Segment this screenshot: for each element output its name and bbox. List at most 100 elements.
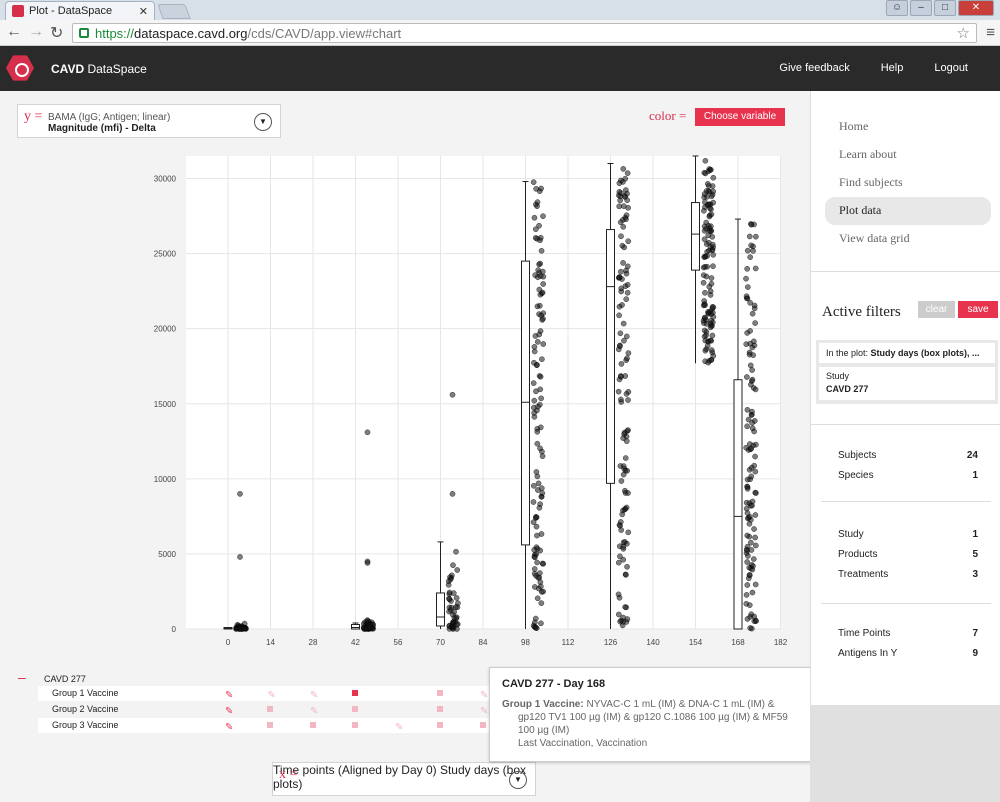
data-point xyxy=(707,337,714,344)
data-point xyxy=(540,310,547,317)
sidebar-item-view-data-grid[interactable]: View data grid xyxy=(825,225,991,253)
dataspace-logo-icon[interactable] xyxy=(6,55,34,81)
collapse-study-icon[interactable]: – xyxy=(18,669,26,685)
address-bar[interactable]: https:// dataspace.cavd.org /cds/CAVD/ap… xyxy=(72,23,977,43)
plot-filter[interactable]: In the plot: Study days (box plots), ... xyxy=(819,343,995,363)
syringe-icon[interactable]: ✎ xyxy=(310,690,318,701)
stat-species[interactable]: Species 1 xyxy=(838,470,978,481)
active-filters-title: Active filters xyxy=(822,304,901,320)
stat-subjects[interactable]: Subjects 24 xyxy=(838,450,978,461)
syringe-icon[interactable]: ✎ xyxy=(395,722,403,733)
help-link[interactable]: Help xyxy=(881,62,904,74)
scatter-box-chart[interactable]: 0 14 28 42 56 70 84 98 112 126 140 154 168 182 0 5000 10… xyxy=(0,146,810,676)
x-tick-label: 126 xyxy=(604,638,618,647)
syringe-icon[interactable]: ✎ xyxy=(267,690,275,701)
syringe-icon[interactable]: ✎ xyxy=(480,690,488,701)
data-point xyxy=(751,342,758,349)
stat-value: 1 xyxy=(972,529,978,540)
syringe-icon[interactable]: ✎ xyxy=(225,706,233,717)
data-point xyxy=(624,355,630,362)
stat-label: Study xyxy=(838,529,864,540)
sample-marker[interactable] xyxy=(352,722,359,728)
data-point xyxy=(743,293,750,300)
data-point xyxy=(749,566,756,573)
data-point xyxy=(620,320,627,327)
stat-antigens-in-y[interactable]: Antigens In Y 9 xyxy=(838,648,978,659)
data-point xyxy=(749,589,756,596)
data-point xyxy=(751,526,757,532)
minimize-icon[interactable]: – xyxy=(910,0,932,16)
browser-menu-icon[interactable]: ≡ xyxy=(986,24,995,41)
logout-link[interactable]: Logout xyxy=(934,62,968,74)
data-point xyxy=(450,562,456,569)
data-point xyxy=(709,233,716,240)
data-point xyxy=(744,485,751,492)
data-point xyxy=(744,423,751,430)
stat-time-points[interactable]: Time Points 7 xyxy=(838,628,978,639)
sample-marker[interactable] xyxy=(267,722,274,728)
profile-icon[interactable]: ☺ xyxy=(886,0,908,16)
data-point xyxy=(536,401,543,408)
syringe-icon[interactable]: ✎ xyxy=(310,706,318,717)
sample-marker[interactable] xyxy=(437,706,444,712)
data-point xyxy=(748,547,755,553)
close-window-icon[interactable]: ✕ xyxy=(958,0,994,16)
stat-study[interactable]: Study 1 xyxy=(838,529,978,540)
data-point xyxy=(533,362,540,369)
sample-marker[interactable] xyxy=(309,722,316,728)
study-filter[interactable]: Study CAVD 277 xyxy=(819,367,995,400)
browser-tab[interactable]: Plot - DataSpace ✕ xyxy=(5,1,155,20)
group-label: Group 1 Vaccine xyxy=(52,688,119,698)
sample-marker[interactable] xyxy=(437,690,444,696)
reload-icon[interactable]: ↻ xyxy=(50,23,63,43)
data-point xyxy=(530,380,537,386)
data-point xyxy=(746,233,753,240)
forward-arrow-icon[interactable]: → xyxy=(28,23,44,41)
tab-close-icon[interactable]: ✕ xyxy=(139,5,148,18)
data-point xyxy=(753,233,759,240)
favicon-icon xyxy=(12,5,24,17)
data-point xyxy=(623,333,630,340)
data-point xyxy=(753,441,759,448)
sidebar-item-plot-data[interactable]: Plot data xyxy=(825,197,991,225)
data-point xyxy=(743,499,750,506)
app-name-rest: DataSpace xyxy=(84,62,147,76)
x-axis-selector[interactable]: x = Time points (Aligned by Day 0) Study… xyxy=(272,762,536,796)
x-tick-label: 42 xyxy=(351,638,360,647)
data-point xyxy=(538,493,545,500)
bookmark-star-icon[interactable]: ☆ xyxy=(957,24,970,42)
y-axis-selector[interactable]: y = BAMA (IgG; Antigen; linear) Magnitud… xyxy=(17,104,281,138)
syringe-icon[interactable]: ✎ xyxy=(225,722,233,733)
chevron-down-icon[interactable]: ▼ xyxy=(509,771,527,789)
choose-variable-button[interactable]: Choose variable xyxy=(695,108,785,126)
clear-filters-button[interactable]: clear xyxy=(918,301,955,318)
syringe-icon[interactable]: ✎ xyxy=(225,690,233,701)
stat-products[interactable]: Products 5 xyxy=(838,549,978,560)
divider xyxy=(811,424,1000,425)
data-point xyxy=(749,310,756,317)
data-point xyxy=(539,356,545,363)
data-point xyxy=(706,247,712,254)
sample-marker[interactable] xyxy=(352,690,359,696)
data-point xyxy=(744,374,750,380)
sample-marker[interactable] xyxy=(479,722,486,728)
chevron-down-icon[interactable]: ▼ xyxy=(254,113,272,131)
give-feedback-link[interactable]: Give feedback xyxy=(779,62,849,74)
sidebar-item-home[interactable]: Home xyxy=(825,113,991,141)
sidebar-item-find-subjects[interactable]: Find subjects xyxy=(825,169,991,197)
save-filters-button[interactable]: save xyxy=(958,301,998,318)
divider xyxy=(811,271,1000,272)
data-point xyxy=(616,312,622,319)
data-point xyxy=(534,487,541,493)
sidebar-item-learn-about[interactable]: Learn about xyxy=(825,141,991,169)
sample-marker[interactable] xyxy=(352,706,359,712)
back-arrow-icon[interactable]: ← xyxy=(6,23,22,41)
new-tab-button[interactable] xyxy=(157,4,191,19)
sample-marker[interactable] xyxy=(437,722,444,728)
outlier-point xyxy=(364,560,371,566)
sample-marker[interactable] xyxy=(267,706,274,712)
stat-treatments[interactable]: Treatments 3 xyxy=(838,569,978,580)
data-point xyxy=(536,574,543,581)
syringe-icon[interactable]: ✎ xyxy=(480,706,488,717)
maximize-icon[interactable]: □ xyxy=(934,0,956,16)
